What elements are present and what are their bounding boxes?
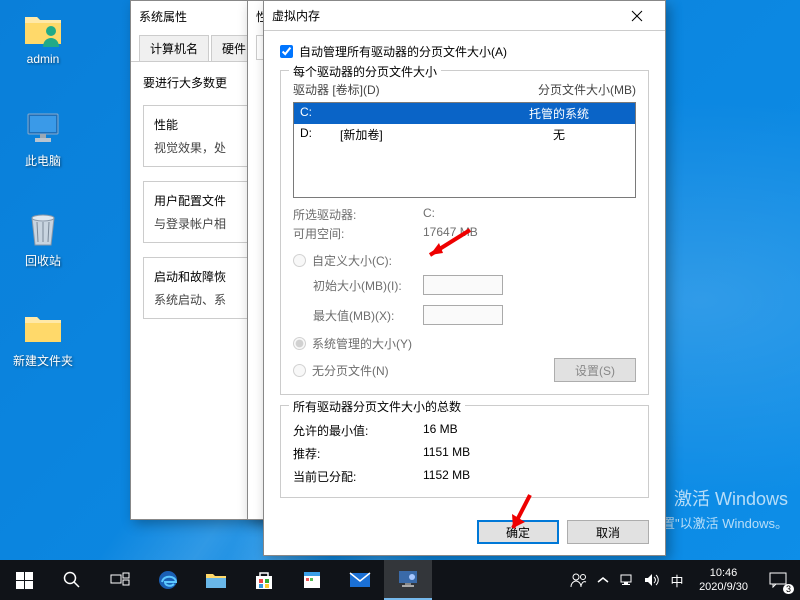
desktop-icon-label: admin (27, 52, 60, 66)
desktop-icons: admin 此电脑 回收站 新建文件夹 (8, 8, 78, 408)
tray-people[interactable] (567, 560, 591, 600)
search-button[interactable] (48, 560, 96, 600)
search-icon (63, 571, 81, 589)
radio-label: 系统管理的大小(Y) (312, 335, 412, 352)
drive-letter: C: (300, 105, 340, 122)
column-header-pagesize: 分页文件大小(MB) (538, 81, 636, 98)
paint-icon (302, 570, 322, 590)
desktop-icon-label: 新建文件夹 (13, 352, 73, 369)
radio-label: 无分页文件(N) (312, 362, 389, 379)
label-recommended: 推荐: (293, 445, 423, 462)
close-icon (631, 10, 643, 22)
set-button[interactable]: 设置(S) (554, 358, 636, 382)
value-free-space: 17647 MB (423, 225, 478, 242)
fieldset-legend: 每个驱动器的分页文件大小 (289, 63, 441, 80)
tray-network[interactable] (615, 560, 639, 600)
checkbox-auto-manage[interactable] (280, 45, 293, 58)
tray-ime[interactable]: 中 (663, 560, 691, 600)
value-current: 1152 MB (423, 468, 470, 485)
drive-row-selected[interactable]: C: 托管的系统 (294, 103, 635, 124)
notification-badge: 3 (783, 584, 794, 594)
titlebar[interactable]: 虚拟内存 (264, 1, 665, 31)
drive-letter: D: (300, 126, 340, 143)
input-initial-size[interactable] (423, 275, 503, 295)
radio-label: 自定义大小(C): (312, 252, 392, 269)
task-view-icon (110, 572, 130, 588)
desktop-icon-label: 此电脑 (25, 152, 61, 169)
label-selected-drive: 所选驱动器: (293, 206, 423, 223)
cancel-button[interactable]: 取消 (567, 520, 649, 544)
fieldset-totals: 所有驱动器分页文件大小的总数 允许的最小值: 16 MB 推荐: 1151 MB… (280, 405, 649, 498)
taskbar-app-display-settings[interactable] (384, 560, 432, 600)
network-icon (619, 573, 635, 587)
taskbar-app-edge[interactable] (144, 560, 192, 600)
value-selected-drive: C: (423, 206, 435, 223)
taskbar-app-mail[interactable] (336, 560, 384, 600)
folder-icon (205, 571, 227, 589)
dialog-virtual-memory: 虚拟内存 自动管理所有驱动器的分页文件大小(A) 每个驱动器的分页文件大小 驱动… (263, 0, 666, 556)
mail-icon (349, 571, 371, 589)
radio-custom-size[interactable] (293, 254, 306, 267)
folder-icon (23, 308, 63, 348)
drive-pagesize: 无 (489, 126, 629, 143)
clock-date: 2020/9/30 (699, 580, 748, 594)
label-current: 当前已分配: (293, 468, 423, 485)
drive-list[interactable]: C: 托管的系统 D: [新加卷] 无 (293, 102, 636, 198)
drive-label (340, 105, 489, 122)
radio-system-managed[interactable] (293, 337, 306, 350)
task-view-button[interactable] (96, 560, 144, 600)
chevron-up-icon (597, 576, 609, 584)
drive-label: [新加卷] (340, 126, 489, 143)
desktop-icon-label: 回收站 (25, 252, 61, 269)
checkbox-label: 自动管理所有驱动器的分页文件大小(A) (299, 43, 507, 60)
desktop-icon-admin[interactable]: admin (8, 8, 78, 78)
close-button[interactable] (617, 2, 657, 30)
user-folder-icon (23, 8, 63, 48)
label-free-space: 可用空间: (293, 225, 423, 242)
start-button[interactable] (0, 560, 48, 600)
taskbar-app-file-explorer[interactable] (192, 560, 240, 600)
tray-chevron-up[interactable] (591, 560, 615, 600)
people-icon (570, 572, 588, 588)
taskbar: 中 10:46 2020/9/30 3 (0, 560, 800, 600)
label-min: 允许的最小值: (293, 422, 423, 439)
taskbar-app-paint[interactable] (288, 560, 336, 600)
tray-volume[interactable] (639, 560, 663, 600)
action-center-button[interactable]: 3 (756, 560, 800, 600)
drive-pagesize: 托管的系统 (489, 105, 629, 122)
clock-time: 10:46 (699, 566, 748, 580)
desktop-icon-this-pc[interactable]: 此电脑 (8, 108, 78, 178)
recycle-bin-icon (23, 208, 63, 248)
display-icon (397, 569, 419, 589)
radio-no-paging[interactable] (293, 364, 306, 377)
tab-computer-name[interactable]: 计算机名 (139, 35, 209, 61)
dialog-title: 虚拟内存 (272, 7, 617, 24)
taskbar-app-store[interactable] (240, 560, 288, 600)
fieldset-per-drive: 每个驱动器的分页文件大小 驱动器 [卷标](D) 分页文件大小(MB) C: 托… (280, 70, 649, 395)
desktop-icon-recycle-bin[interactable]: 回收站 (8, 208, 78, 278)
fieldset-legend: 所有驱动器分页文件大小的总数 (289, 398, 465, 415)
value-min: 16 MB (423, 422, 458, 439)
taskbar-clock[interactable]: 10:46 2020/9/30 (691, 566, 756, 595)
label-max-size: 最大值(MB)(X): (313, 307, 423, 324)
value-recommended: 1151 MB (423, 445, 470, 462)
windows-logo-icon (16, 572, 33, 589)
computer-icon (23, 108, 63, 148)
edge-icon (157, 569, 179, 591)
desktop-icon-new-folder[interactable]: 新建文件夹 (8, 308, 78, 378)
label-initial-size: 初始大小(MB)(I): (313, 277, 423, 294)
ok-button[interactable]: 确定 (477, 520, 559, 544)
column-header-drive: 驱动器 [卷标](D) (293, 81, 538, 98)
drive-row[interactable]: D: [新加卷] 无 (294, 124, 635, 145)
store-icon (254, 570, 274, 590)
volume-icon (643, 573, 659, 587)
input-max-size[interactable] (423, 305, 503, 325)
system-tray: 中 10:46 2020/9/30 3 (567, 560, 800, 600)
